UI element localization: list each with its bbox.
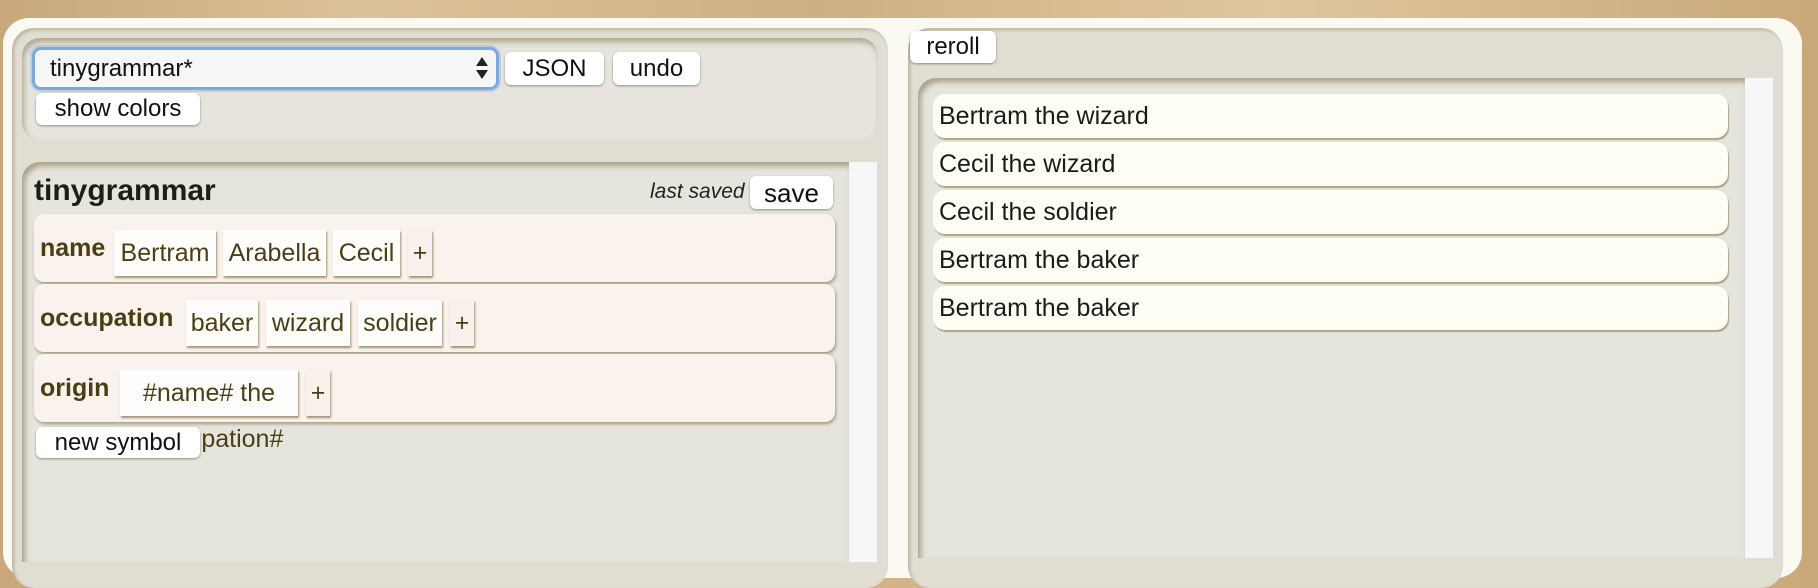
symbol-row-name: name Bertram Arabella Cecil + <box>34 214 835 282</box>
output-item: Bertram the baker <box>933 286 1728 330</box>
show-colors-button[interactable]: show colors <box>36 93 200 125</box>
output-item: Cecil the wizard <box>933 142 1728 186</box>
rule-chip[interactable]: wizard <box>266 300 350 346</box>
add-rule-button[interactable]: + <box>408 230 432 276</box>
rule-chip[interactable]: Arabella <box>223 230 326 276</box>
output-scrollbar[interactable] <box>1745 78 1773 558</box>
grammar-select-value: tinygrammar* <box>50 55 193 82</box>
grammar-title: tinygrammar <box>34 174 216 207</box>
symbol-key[interactable]: occupation <box>40 304 173 333</box>
rule-chip[interactable]: Cecil <box>333 230 400 276</box>
rule-chip[interactable]: #name# the #occupation# <box>120 370 298 453</box>
rule-chip[interactable]: baker <box>186 300 258 346</box>
output-item: Bertram the baker <box>933 238 1728 282</box>
symbol-key[interactable]: origin <box>40 374 109 403</box>
symbol-row-origin: origin #name# the #occupation# + <box>34 354 835 453</box>
json-button[interactable]: JSON <box>505 52 604 85</box>
grammar-select[interactable]: tinygrammar* <box>35 50 496 87</box>
output-item: Cecil the soldier <box>933 190 1728 234</box>
symbol-key[interactable]: name <box>40 234 105 263</box>
undo-button[interactable]: undo <box>613 52 700 85</box>
last-saved-label: last saved <box>650 180 745 203</box>
select-arrows-icon <box>476 57 488 81</box>
rule-chip[interactable]: Bertram <box>114 230 216 276</box>
editor-scrollbar[interactable] <box>849 162 877 562</box>
output-item: Bertram the wizard <box>933 94 1728 138</box>
reroll-button[interactable]: reroll <box>910 31 996 63</box>
symbol-row-occupation: occupation baker wizard soldier + <box>34 284 835 352</box>
add-rule-button[interactable]: + <box>450 300 474 346</box>
save-button[interactable]: save <box>750 176 833 209</box>
add-rule-button[interactable]: + <box>306 370 330 416</box>
rule-chip[interactable]: soldier <box>358 300 442 346</box>
new-symbol-button[interactable]: new symbol <box>36 427 200 458</box>
